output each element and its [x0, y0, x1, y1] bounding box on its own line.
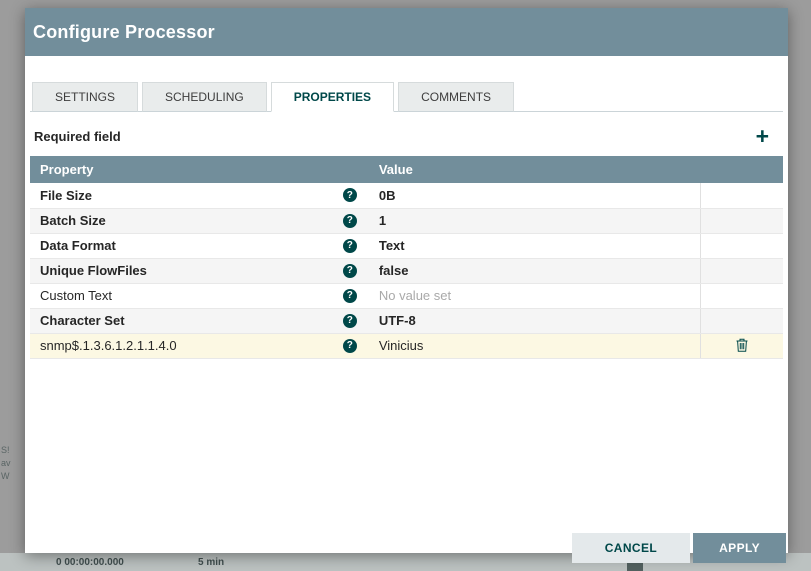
background-canvas-fragments: S! av W	[1, 444, 25, 483]
property-value-cell[interactable]: 0B	[368, 183, 701, 209]
property-name-cell: snmp$.1.3.6.1.2.1.1.4.0 ?	[30, 333, 369, 359]
property-actions-cell	[699, 208, 783, 234]
canvas-stat-window: 5 min	[198, 557, 225, 568]
required-field-label: Required field	[34, 128, 121, 144]
property-value[interactable]: Vinicius	[379, 338, 424, 353]
help-icon[interactable]: ?	[342, 313, 357, 328]
property-table-body: File Size ? 0B Batch Size ? 1 Data Forma…	[30, 183, 783, 359]
property-name: Batch Size	[40, 213, 106, 228]
tab-comments[interactable]: COMMENTS	[398, 82, 515, 112]
property-name-cell: File Size ?	[30, 183, 369, 209]
property-name: Unique FlowFiles	[40, 263, 147, 278]
property-value-cell[interactable]: No value set	[368, 283, 701, 309]
property-name: Data Format	[40, 238, 116, 253]
property-actions-cell	[699, 233, 783, 259]
property-name-cell: Custom Text ?	[30, 283, 369, 309]
delete-property-button[interactable]	[730, 336, 754, 354]
property-actions-cell	[699, 258, 783, 284]
property-row[interactable]: snmp$.1.3.6.1.2.1.1.4.0 ? Vinicius	[30, 333, 783, 359]
canvas-fragment: S!	[1, 445, 10, 455]
dialog-body: SETTINGS SCHEDULING PROPERTIES COMMENTS …	[25, 56, 788, 359]
property-value-cell[interactable]: Text	[368, 233, 701, 259]
property-actions-cell	[699, 283, 783, 309]
properties-table: Property Value File Size ? 0B Batch Size…	[30, 156, 783, 359]
property-value[interactable]: 1	[379, 213, 386, 228]
property-row[interactable]: Data Format ? Text	[30, 233, 783, 259]
help-icon[interactable]: ?	[342, 338, 357, 353]
property-value-cell[interactable]: false	[368, 258, 701, 284]
app-background: { "backdrop": { "stats": ["0 00:00:00.00…	[0, 0, 811, 571]
property-value[interactable]: No value set	[379, 288, 451, 303]
dialog-title: Configure Processor	[33, 21, 215, 42]
property-row[interactable]: Custom Text ? No value set	[30, 283, 783, 309]
property-name-cell: Data Format ?	[30, 233, 369, 259]
property-name: snmp$.1.3.6.1.2.1.1.4.0	[40, 338, 177, 353]
property-name: Character Set	[40, 313, 125, 328]
property-value[interactable]: Text	[379, 238, 405, 253]
property-value[interactable]: false	[379, 263, 409, 278]
property-name-cell: Unique FlowFiles ?	[30, 258, 369, 284]
property-value-cell[interactable]: Vinicius	[368, 333, 701, 359]
help-icon[interactable]: ?	[342, 238, 357, 253]
configure-processor-dialog: Configure Processor SETTINGS SCHEDULING …	[25, 8, 788, 563]
canvas-fragment: av	[1, 458, 11, 468]
dialog-header: Configure Processor	[25, 8, 788, 56]
required-field-row: Required field +	[30, 125, 783, 148]
property-name-cell: Character Set ?	[30, 308, 369, 334]
canvas-stat-uptime: 0 00:00:00.000	[56, 557, 124, 568]
property-name: File Size	[40, 187, 93, 203]
table-header-row: Property Value	[30, 156, 783, 183]
help-icon[interactable]: ?	[342, 288, 357, 303]
tab-settings[interactable]: SETTINGS	[32, 82, 139, 112]
property-value-cell[interactable]: UTF-8	[368, 308, 701, 334]
tab-bar: SETTINGS SCHEDULING PROPERTIES COMMENTS	[30, 82, 783, 112]
tab-scheduling[interactable]: SCHEDULING	[142, 82, 267, 112]
property-row[interactable]: Unique FlowFiles ? false	[30, 258, 783, 284]
cancel-button[interactable]: CANCEL	[571, 533, 691, 563]
tab-properties[interactable]: PROPERTIES	[270, 82, 395, 112]
apply-button[interactable]: APPLY	[693, 533, 786, 563]
property-row[interactable]: Character Set ? UTF-8	[30, 308, 783, 334]
help-icon[interactable]: ?	[342, 213, 357, 228]
add-property-button[interactable]: +	[756, 125, 769, 148]
actions-column-header	[700, 156, 783, 183]
help-icon[interactable]: ?	[342, 188, 357, 203]
property-value-cell[interactable]: 1	[368, 208, 701, 234]
property-row[interactable]: Batch Size ? 1	[30, 208, 783, 234]
trash-icon	[736, 338, 748, 352]
property-row[interactable]: File Size ? 0B	[30, 183, 783, 209]
property-actions-cell	[699, 183, 783, 209]
property-name: Custom Text	[40, 288, 113, 303]
value-column-header: Value	[368, 156, 701, 183]
canvas-fragment: W	[1, 471, 10, 481]
property-value[interactable]: 0B	[379, 188, 396, 203]
property-value[interactable]: UTF-8	[379, 313, 416, 328]
property-actions-cell	[699, 333, 783, 359]
property-actions-cell	[699, 308, 783, 334]
property-name-cell: Batch Size ?	[30, 208, 369, 234]
help-icon[interactable]: ?	[342, 263, 357, 278]
dialog-footer-buttons: CANCEL APPLY	[571, 533, 786, 563]
property-column-header: Property	[30, 156, 369, 183]
